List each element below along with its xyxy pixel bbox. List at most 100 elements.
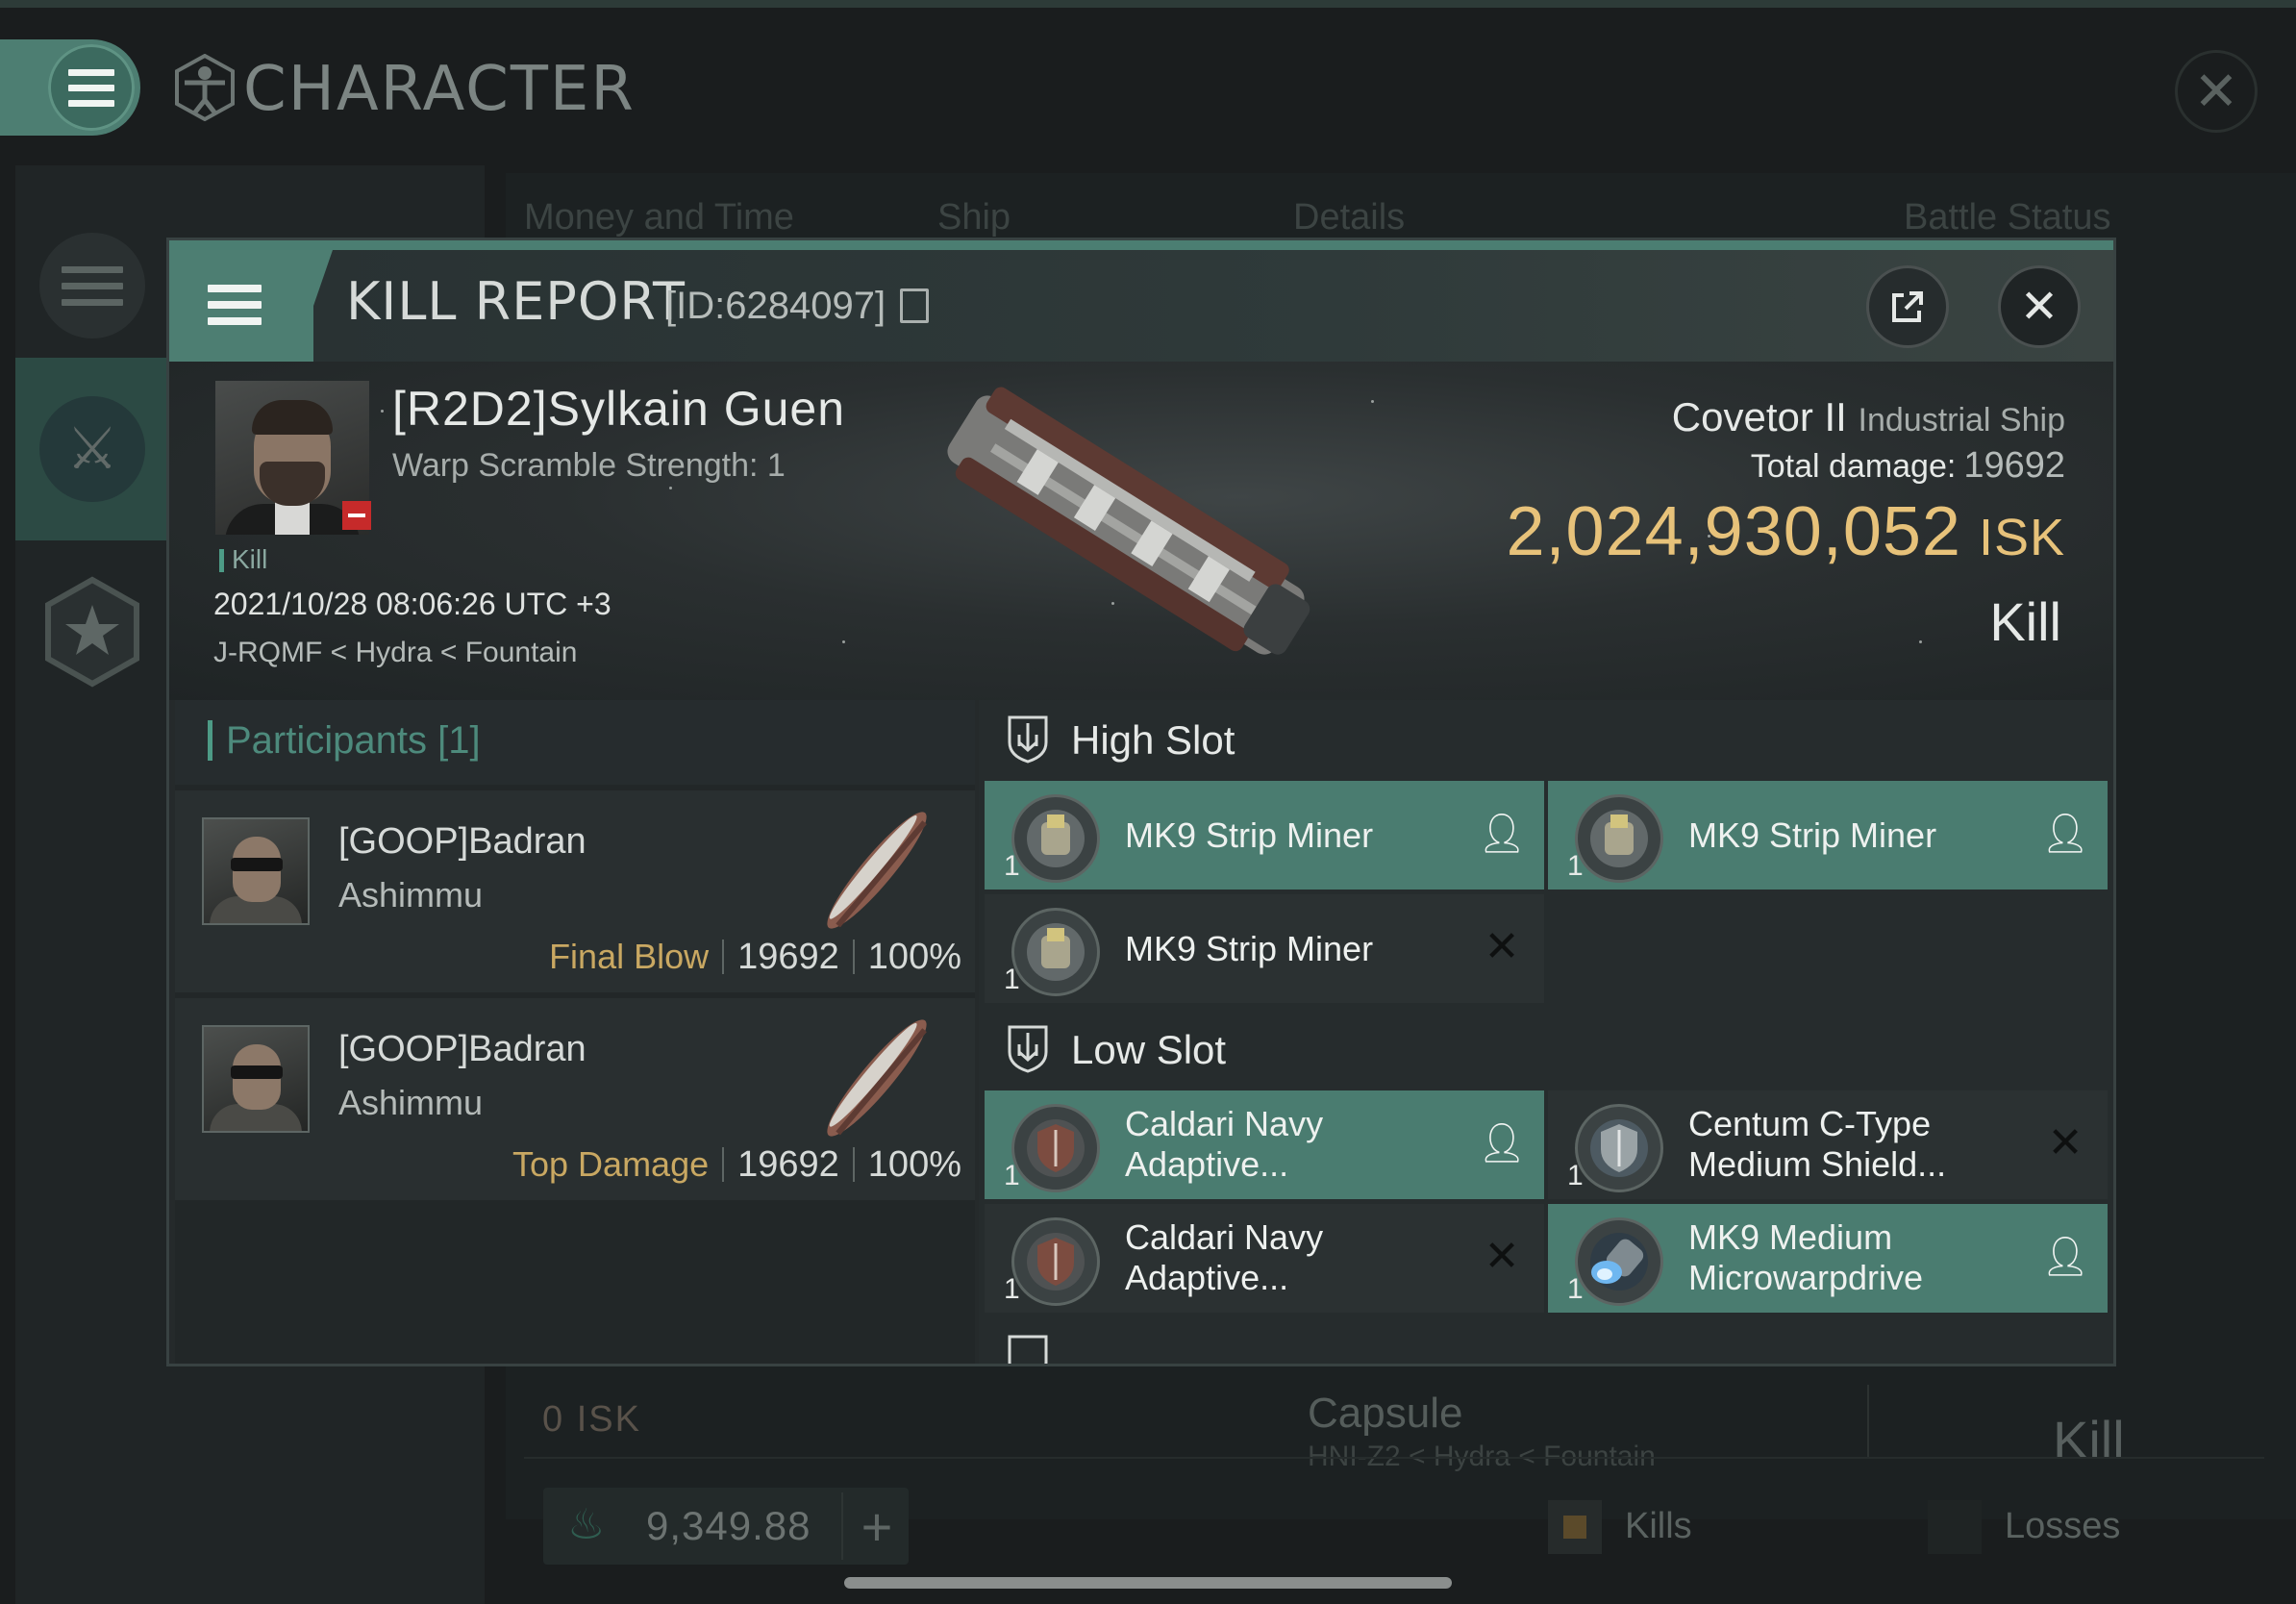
participants-title-label: Participants [1] bbox=[226, 719, 481, 762]
participant-percent: 100% bbox=[867, 1144, 961, 1185]
main-menu-button[interactable] bbox=[0, 39, 140, 136]
isk-value: 2,024,930,052 ISK bbox=[1507, 492, 2066, 571]
strip-miner-icon bbox=[1011, 794, 1100, 883]
high-slot-label: High Slot bbox=[1071, 717, 1235, 763]
item-name: MK9 Strip Miner bbox=[1688, 815, 1937, 855]
participant-percent: 100% bbox=[867, 937, 961, 977]
high-slot-header: High Slot bbox=[979, 700, 2113, 777]
external-link-icon bbox=[1892, 291, 1923, 322]
page-title: CHARACTER bbox=[243, 54, 636, 125]
window-close-button[interactable]: ✕ bbox=[2175, 50, 2258, 133]
participant-damage: 19692 bbox=[737, 937, 839, 977]
mid-slot-header-partial bbox=[979, 1319, 2113, 1364]
item-quantity: 1 bbox=[1567, 850, 1584, 882]
slot-item[interactable]: 1 MK9 Medium Microwarpdrive 👤︎ bbox=[1548, 1204, 2108, 1313]
participant-stats: Final Blow 19692 100% bbox=[549, 937, 961, 978]
kill-result: Kill bbox=[1989, 591, 2061, 652]
mid-slot-icon bbox=[1008, 1335, 1048, 1364]
wallet-value: 9,349.88 bbox=[646, 1503, 811, 1548]
participant-name: [GOOP]Badran bbox=[338, 821, 586, 862]
fitting-panel: High Slot 1 MK9 Strip Miner 👤︎ 1 MK9 Str… bbox=[979, 700, 2113, 1364]
participant-avatar[interactable] bbox=[202, 1025, 310, 1133]
dialog-menu-button[interactable] bbox=[169, 250, 313, 362]
result-tag-label: Kill bbox=[232, 544, 268, 574]
item-quantity: 1 bbox=[1567, 1160, 1584, 1191]
slot-item[interactable]: 1 MK9 Strip Miner 👤︎ bbox=[1548, 781, 2108, 890]
participant-row[interactable]: [GOOP]Badran Ashimmu Top Damage 19692 100% bbox=[175, 998, 975, 1200]
low-slot-header: Low Slot bbox=[979, 1010, 2113, 1087]
share-button[interactable] bbox=[1866, 265, 1949, 348]
standing-negative-icon bbox=[342, 501, 371, 530]
destroyed-icon: ✕ bbox=[1484, 922, 1520, 970]
top-edge bbox=[0, 0, 2296, 8]
kill-report-dialog: KILL REPORT [ID:6284097] ✕ [R2D2]Sylkain… bbox=[169, 240, 2113, 1364]
divider bbox=[524, 1457, 2264, 1459]
ship-render[interactable] bbox=[914, 381, 1337, 669]
participant-damage: 19692 bbox=[737, 1144, 839, 1185]
dialog-top-edge bbox=[169, 240, 2113, 250]
copy-icon[interactable] bbox=[900, 288, 929, 323]
menu-slant bbox=[294, 250, 333, 362]
strip-miner-icon bbox=[1011, 908, 1100, 996]
column-header[interactable]: Money and Time bbox=[524, 197, 794, 238]
sidebar-item-list[interactable] bbox=[15, 194, 169, 377]
item-name: MK9 Strip Miner bbox=[1125, 815, 1374, 855]
adaptive-hardener-icon bbox=[1011, 1104, 1100, 1192]
sidebar-item-combat[interactable]: ⚔ bbox=[15, 358, 169, 540]
item-name: Caldari Navy Adaptive... bbox=[1125, 1217, 1324, 1297]
participants-title: Participants [1] bbox=[208, 719, 481, 763]
row-isk: 0 ISK bbox=[542, 1399, 641, 1440]
slot-item[interactable]: 1 MK9 Strip Miner 👤︎ bbox=[985, 781, 1544, 890]
losses-legend-label: Losses bbox=[2005, 1506, 2121, 1546]
item-quantity: 1 bbox=[1004, 1160, 1020, 1191]
slot-item[interactable]: 1 MK9 Strip Miner ✕ bbox=[985, 894, 1544, 1003]
item-quantity: 1 bbox=[1567, 1273, 1584, 1305]
dialog-close-button[interactable]: ✕ bbox=[1998, 265, 2081, 348]
list-icon bbox=[39, 233, 145, 338]
close-icon: ✕ bbox=[2019, 282, 2059, 333]
adaptive-hardener-icon bbox=[1011, 1217, 1100, 1306]
item-name: Caldari Navy Adaptive... bbox=[1125, 1104, 1324, 1184]
dropped-icon: 👤︎ bbox=[1477, 812, 1527, 855]
destroyed-icon: ✕ bbox=[2047, 1118, 2084, 1166]
participant-tag: Top Damage bbox=[512, 1144, 710, 1184]
menu-icon bbox=[208, 285, 262, 325]
menu-icon bbox=[68, 68, 114, 107]
sidebar-item-favorites[interactable] bbox=[15, 540, 169, 723]
participant-stats: Top Damage 19692 100% bbox=[512, 1144, 961, 1186]
star-icon bbox=[45, 576, 139, 688]
strip-miner-icon bbox=[1575, 794, 1663, 883]
divider bbox=[1867, 1385, 1869, 1457]
slot-item[interactable]: 1 Caldari Navy Adaptive... 👤︎ bbox=[985, 1090, 1544, 1199]
kill-location[interactable]: J-RQMF < Hydra < Fountain bbox=[213, 637, 577, 669]
low-slot-label: Low Slot bbox=[1071, 1027, 1227, 1072]
losses-legend-swatch bbox=[1928, 1500, 1982, 1554]
column-header[interactable]: Ship bbox=[937, 197, 1011, 238]
dropped-icon: 👤︎ bbox=[1477, 1121, 1527, 1165]
victim-name[interactable]: [R2D2]Sylkain Guen bbox=[392, 381, 845, 437]
column-header[interactable]: Details bbox=[1293, 197, 1405, 238]
participant-ship-render bbox=[827, 812, 927, 929]
slot-item[interactable]: 1 Centum C-Type Medium Shield... ✕ bbox=[1548, 1090, 2108, 1199]
horizontal-scrollbar[interactable] bbox=[844, 1577, 1452, 1589]
kills-legend-swatch bbox=[1548, 1500, 1602, 1554]
participant-ship-render bbox=[827, 1019, 927, 1137]
column-header[interactable]: Battle Status bbox=[1904, 197, 2110, 238]
slot-item[interactable]: 1 Caldari Navy Adaptive... ✕ bbox=[985, 1204, 1544, 1313]
row-ship: Capsule bbox=[1308, 1390, 1463, 1437]
participant-row[interactable]: [GOOP]Badran Ashimmu Final Blow 19692 100% bbox=[175, 790, 975, 992]
kills-legend-label: Kills bbox=[1625, 1506, 1692, 1546]
high-slot-icon bbox=[1008, 715, 1048, 764]
add-funds-button[interactable]: + bbox=[841, 1492, 911, 1560]
result-tag: Kill bbox=[219, 544, 267, 575]
ship-name[interactable]: Covetor II Industrial Ship bbox=[1672, 394, 2065, 440]
microwarpdrive-icon bbox=[1575, 1217, 1663, 1306]
plus-icon: + bbox=[861, 1495, 893, 1557]
participant-avatar[interactable] bbox=[202, 817, 310, 925]
participant-tag: Final Blow bbox=[549, 937, 710, 976]
low-slot-icon bbox=[1008, 1025, 1048, 1073]
crossed-swords-icon: ⚔ bbox=[39, 396, 145, 502]
item-quantity: 1 bbox=[1004, 964, 1020, 995]
isk-amount: 2,024,930,052 bbox=[1506, 493, 1961, 570]
item-name: Centum C-Type Medium Shield... bbox=[1688, 1104, 1947, 1184]
